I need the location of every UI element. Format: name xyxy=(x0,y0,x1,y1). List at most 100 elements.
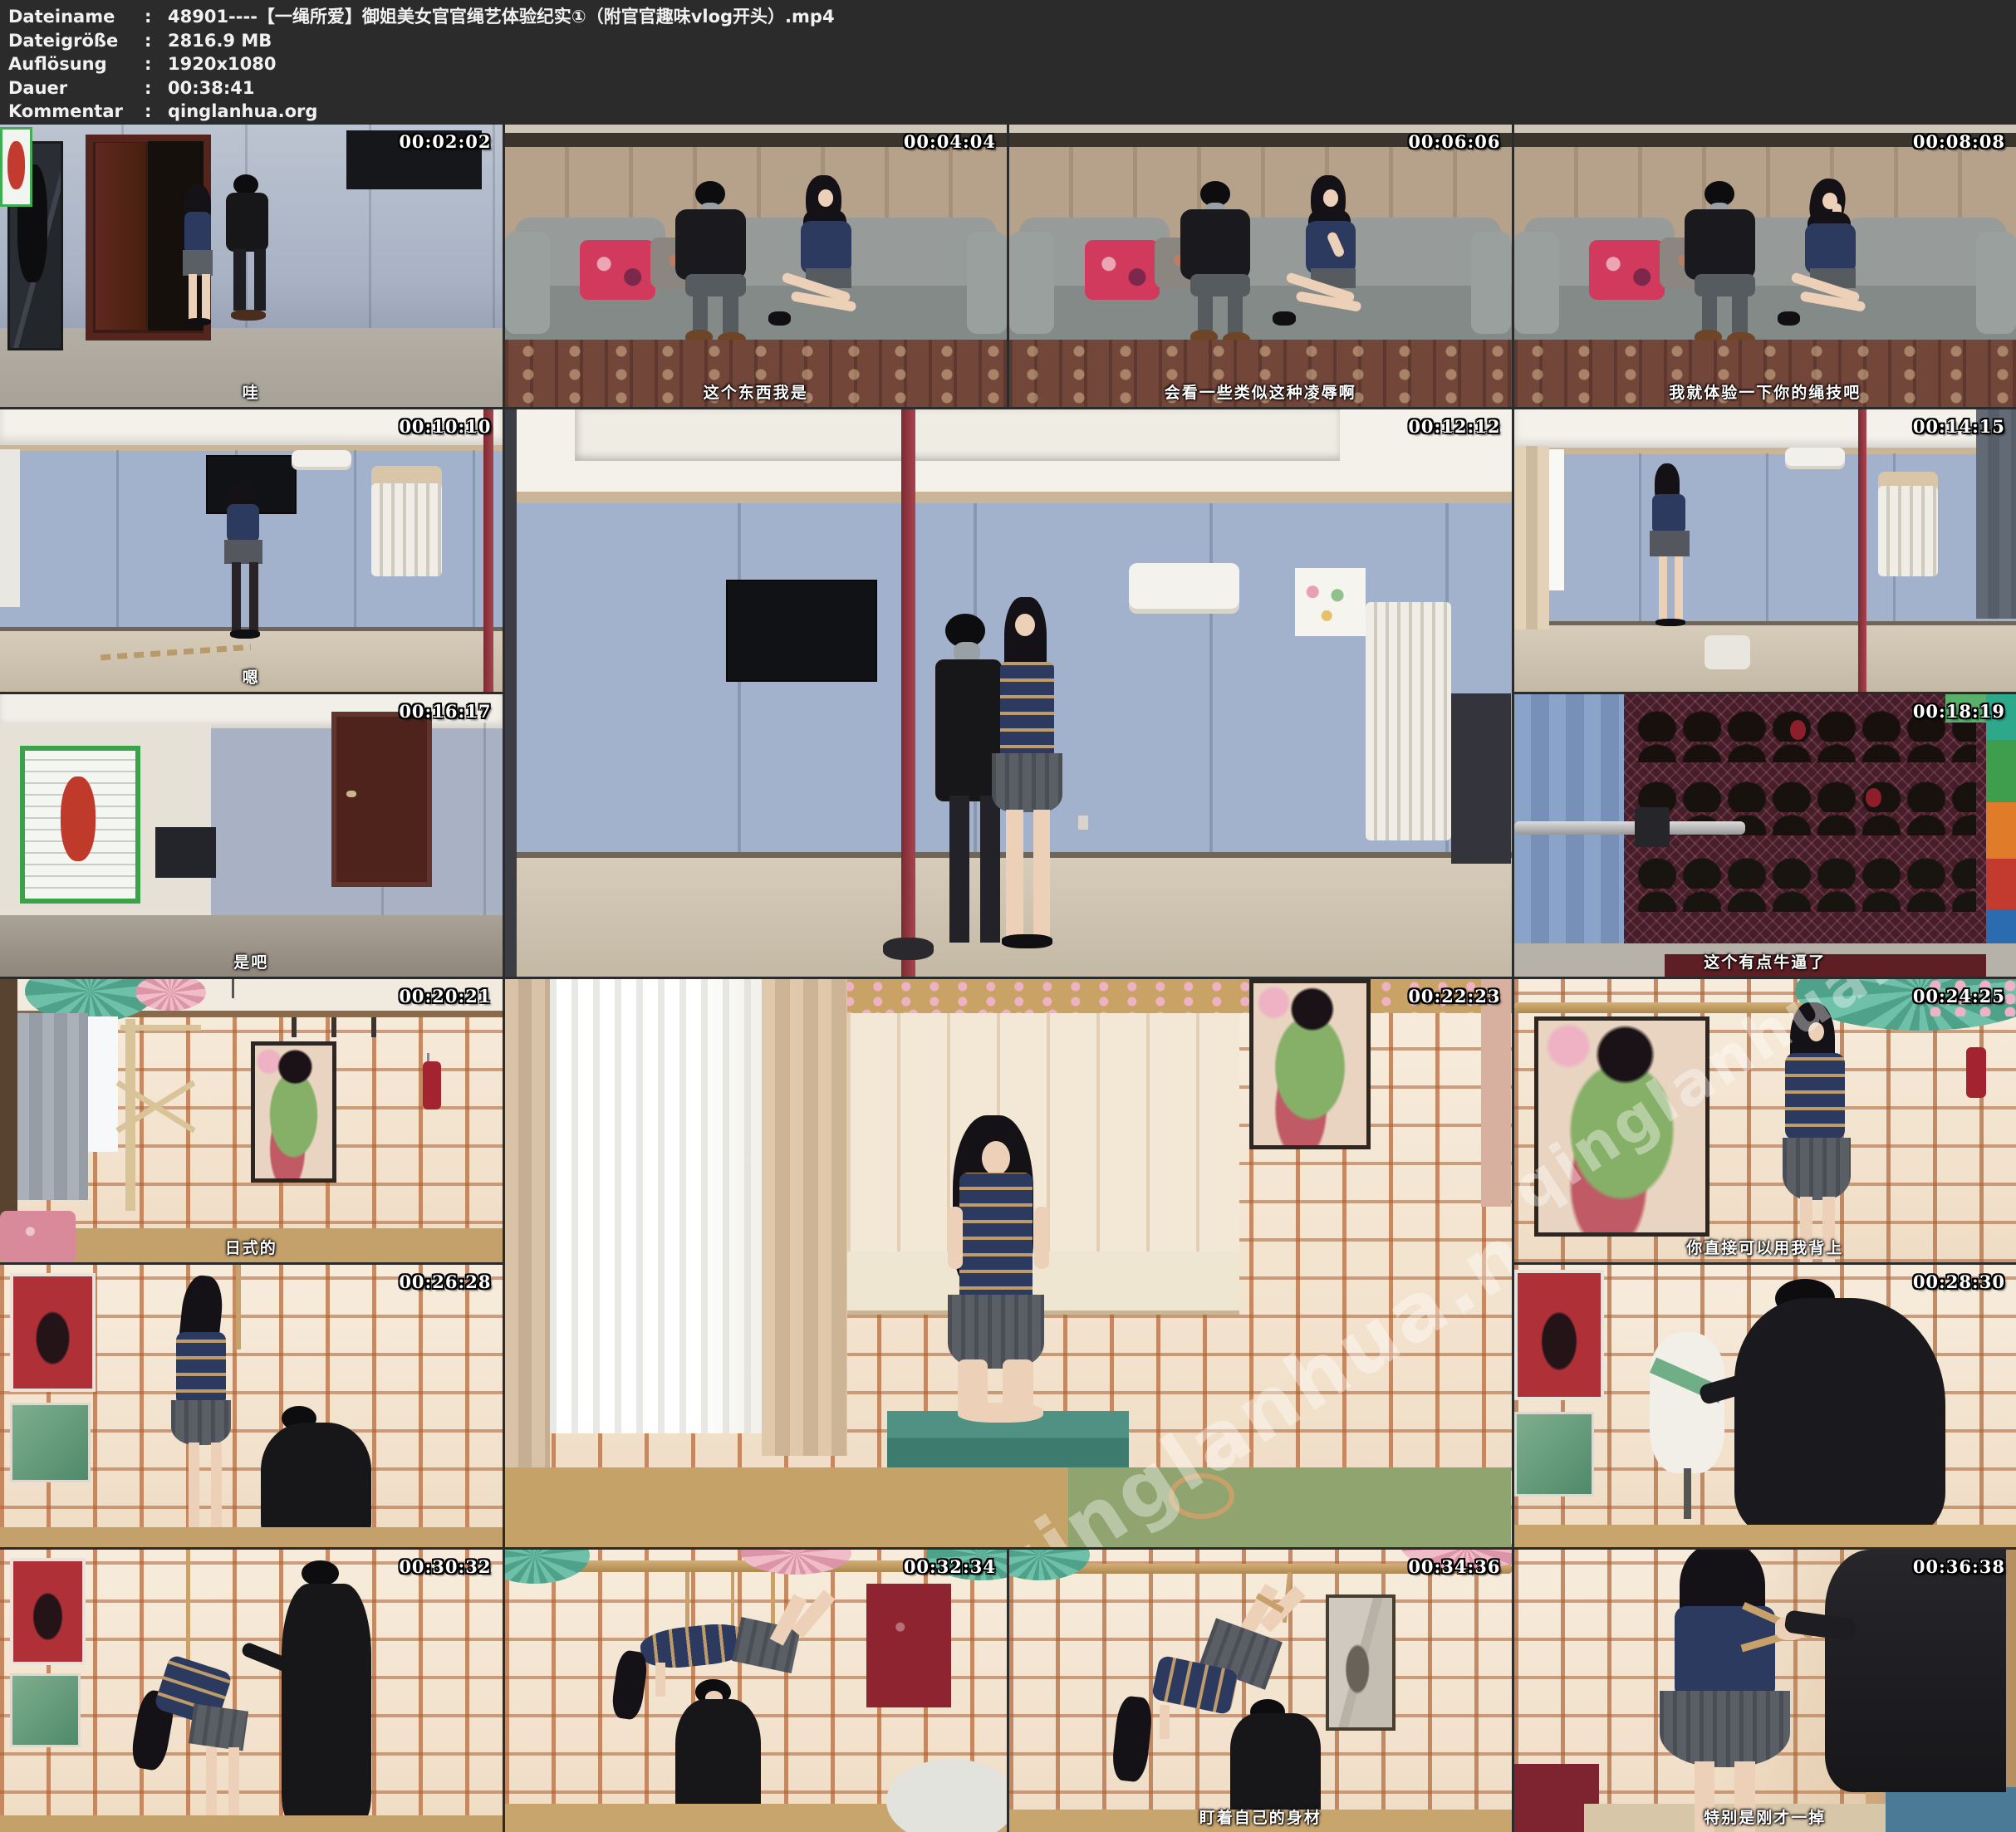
meta-label: Dateiname xyxy=(8,5,145,29)
meta-row-resolution: Auflösung:1920x1080 xyxy=(8,52,835,76)
meta-label: Kommentar xyxy=(8,100,145,124)
thumbnail-frame: 00:28:30 xyxy=(1514,1265,2016,1547)
man-leg xyxy=(1228,291,1243,334)
pole-base xyxy=(883,938,934,960)
beige-curtain xyxy=(1514,446,1549,629)
timestamp-overlay: 00:32:34 xyxy=(904,1556,996,1577)
woman-top xyxy=(801,221,851,275)
timestamp-overlay: 00:02:02 xyxy=(399,131,491,152)
woman-leg xyxy=(211,1443,222,1536)
timestamp-overlay: 00:34:36 xyxy=(1408,1556,1500,1577)
geisha-poster xyxy=(1249,979,1370,1149)
geisha-poster xyxy=(251,1041,336,1183)
red-pillow xyxy=(1085,240,1160,299)
red-pillow xyxy=(1589,240,1665,299)
man-cap xyxy=(302,1560,339,1586)
video-frame-art xyxy=(1009,125,1512,407)
red-art-poster xyxy=(10,1273,96,1392)
woman-boots xyxy=(230,629,260,638)
dress-form xyxy=(1650,1332,1725,1473)
green-art-poster xyxy=(10,1403,91,1482)
dark-screen xyxy=(155,827,216,878)
man-bent-over xyxy=(1734,1298,1945,1536)
video-frame-art xyxy=(0,694,503,977)
hanging-rope xyxy=(186,1550,190,1674)
bar-clamp xyxy=(1635,807,1670,847)
woman-top xyxy=(184,212,210,254)
radiator xyxy=(371,483,442,576)
subtitle-overlay: 特别是刚才一掉 xyxy=(1514,1805,2016,1828)
red-rope-hank xyxy=(1966,1047,1986,1098)
beige-drape xyxy=(762,979,847,1456)
tassel xyxy=(331,1017,336,1037)
ac-unit xyxy=(1785,448,1846,469)
woman-leg xyxy=(1659,556,1667,621)
bright-window xyxy=(550,979,762,1433)
white-bag xyxy=(1705,635,1749,669)
thumbnail-frame: 00:30:32 xyxy=(0,1550,503,1832)
timestamp-overlay: 00:08:08 xyxy=(1913,131,2005,152)
meta-separator: : xyxy=(145,29,168,53)
wall-outlet xyxy=(1078,816,1088,830)
ac-unit xyxy=(292,450,352,470)
meta-row-filesize: Dateigröße:2816.9 MB xyxy=(8,29,835,53)
window-sliver xyxy=(1549,449,1564,590)
video-frame-art xyxy=(1514,1265,2016,1547)
meta-separator: : xyxy=(145,52,168,76)
woman-heels xyxy=(1002,934,1052,948)
subtitle-overlay: 这个东西我是 xyxy=(505,380,1008,403)
thumbnail-frame-large: 一绳所爱 qinglanhua.net 00:22:23 xyxy=(505,979,1512,1546)
meta-value-resolution: 1920x1080 xyxy=(168,52,276,76)
timestamp-overlay: 00:20:21 xyxy=(399,986,491,1007)
woman-heel xyxy=(768,311,791,326)
woman-top-roped xyxy=(959,1173,1032,1303)
woman-heels xyxy=(186,318,211,326)
subtitle-overlay: 哇 xyxy=(0,380,503,403)
meta-label: Auflösung xyxy=(8,52,145,76)
left-curtain xyxy=(505,979,551,1467)
man-torso xyxy=(1180,209,1251,280)
teal-parasol xyxy=(505,1550,591,1584)
subtitle-overlay: 你直接可以用我背上 xyxy=(1514,1236,2016,1258)
tassel xyxy=(292,1017,297,1037)
dress-form-stand xyxy=(1684,1468,1691,1519)
window xyxy=(88,1016,118,1152)
video-frame-art xyxy=(1514,694,2016,977)
timestamp-overlay: 00:18:19 xyxy=(1913,701,2005,722)
tassel xyxy=(371,1017,376,1037)
video-frame-art xyxy=(1514,1550,2016,1832)
video-frame-art xyxy=(0,1550,503,1832)
man-leg xyxy=(723,291,738,334)
ceiling-trim xyxy=(505,492,1512,503)
floor xyxy=(0,1527,503,1547)
woman-arm xyxy=(1034,1207,1049,1269)
woman-skirt xyxy=(224,540,262,564)
subtitle-overlay: 会看一些类似这种凌辱啊 xyxy=(1009,380,1512,403)
red-shoe xyxy=(1790,720,1806,740)
timestamp-overlay: 00:14:15 xyxy=(1913,416,2005,437)
floor xyxy=(0,1815,503,1832)
thumbnail-frame: 一绳所爱 00:20:21 日式的 xyxy=(0,979,503,1261)
covered-table xyxy=(1451,693,1512,864)
man-standing xyxy=(282,1584,372,1824)
red-pole xyxy=(1858,409,1866,692)
meta-label: Dateigröße xyxy=(8,29,145,53)
tatami-floor xyxy=(505,1467,1069,1547)
timestamp-overlay: 00:36:38 xyxy=(1913,1556,2005,1577)
video-frame-art xyxy=(505,409,1512,977)
video-frame-art xyxy=(1514,125,2016,407)
green-art-poster xyxy=(10,1673,81,1746)
subtitle-overlay: 盯着自己的身材 xyxy=(1009,1805,1512,1828)
woman-top-roped xyxy=(1785,1053,1846,1140)
woman-top xyxy=(1675,1606,1775,1699)
woman-arm-hanging xyxy=(655,1663,665,1697)
red-robe-hanging xyxy=(866,1584,952,1708)
subtitle-overlay: 日式的 xyxy=(0,1236,503,1258)
sofa-armrest xyxy=(1471,232,1511,333)
timestamp-overlay: 00:28:30 xyxy=(1913,1271,2005,1292)
red-door xyxy=(331,712,432,887)
video-frame-art xyxy=(0,1265,503,1547)
man-boots xyxy=(231,310,266,321)
woman-leg xyxy=(189,1443,199,1536)
thumbnail-frame: 00:32:34 xyxy=(505,1550,1008,1832)
